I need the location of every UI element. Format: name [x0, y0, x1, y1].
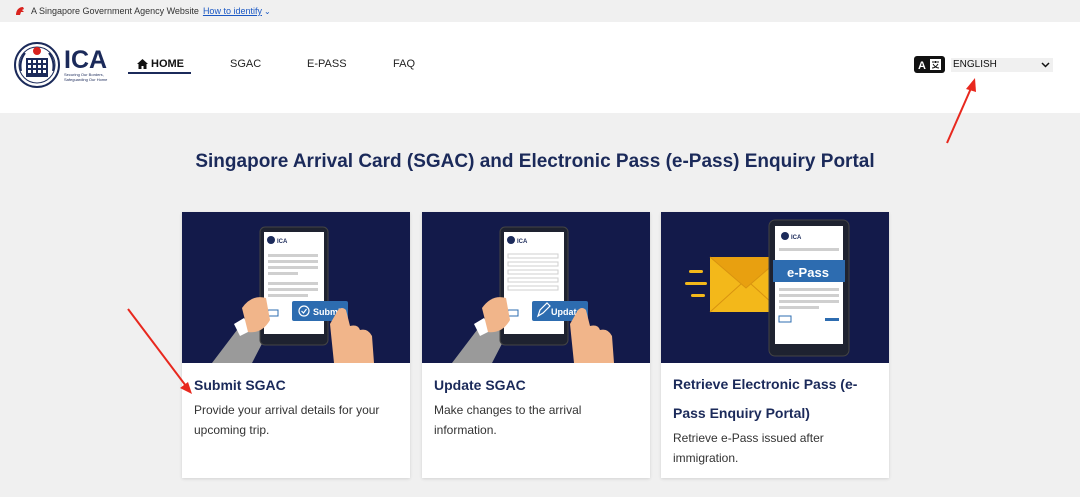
government-masthead: A Singapore Government Agency Website Ho…: [0, 0, 1080, 22]
language-switcher: A ENGLISH: [914, 56, 1053, 73]
chevron-down-icon[interactable]: ⌄: [264, 7, 271, 16]
nav-active-indicator: [128, 72, 191, 74]
chevron-down-icon: [1041, 61, 1050, 68]
image-logo-text: ICA: [791, 235, 802, 241]
card-submit-sgac[interactable]: ICA Submit Submit SGAC Provide your arri…: [182, 212, 410, 478]
image-logo-text: ICA: [277, 239, 288, 245]
how-to-identify-link[interactable]: How to identify: [203, 6, 262, 16]
nav-faq[interactable]: FAQ: [393, 58, 415, 70]
logo-tagline-2: Safeguarding Our Home: [64, 77, 108, 82]
translate-icon: A: [914, 56, 945, 73]
image-epass-banner: e-Pass: [787, 265, 829, 280]
logo-wordmark: ICA: [64, 46, 108, 74]
card-description: Make changes to the arrival information.: [434, 403, 582, 437]
ica-seal-icon: [14, 42, 60, 88]
submit-sgac-illustration: ICA Submit: [182, 212, 410, 363]
language-select[interactable]: ENGLISH: [951, 57, 1053, 72]
card-update-sgac[interactable]: ICA Update Update SGAC Make changes to t…: [422, 212, 650, 478]
nav-epass[interactable]: E-PASS: [307, 58, 347, 70]
card-description: Retrieve e-Pass issued after immigration…: [673, 431, 824, 465]
masthead-text: A Singapore Government Agency Website: [31, 6, 199, 16]
card-title: Retrieve Electronic Pass (e-Pass Enquiry…: [673, 376, 858, 421]
update-sgac-illustration: ICA Update: [422, 212, 650, 363]
ica-logo[interactable]: ICA Securing Our Borders, Safeguarding O…: [13, 40, 113, 90]
site-header: ICA Securing Our Borders, Safeguarding O…: [0, 22, 1080, 113]
retrieve-epass-illustration: ICA e-Pass: [661, 212, 889, 363]
card-title: Submit SGAC: [194, 377, 286, 393]
nav-home-label: HOME: [151, 58, 184, 70]
nav-home[interactable]: HOME: [137, 58, 184, 70]
card-retrieve-epass[interactable]: ICA e-Pass Retrieve Electronic Pass (e-P…: [661, 212, 889, 478]
image-logo-text: ICA: [517, 239, 528, 245]
page-title: Singapore Arrival Card (SGAC) and Electr…: [195, 151, 875, 172]
card-description: Provide your arrival details for your up…: [194, 403, 380, 437]
home-icon: [137, 59, 148, 69]
singapore-lion-icon: [16, 7, 24, 15]
svg-text:A: A: [918, 60, 926, 72]
language-select-value: ENGLISH: [953, 59, 997, 70]
nav-sgac[interactable]: SGAC: [230, 58, 261, 70]
card-title: Update SGAC: [434, 377, 526, 393]
